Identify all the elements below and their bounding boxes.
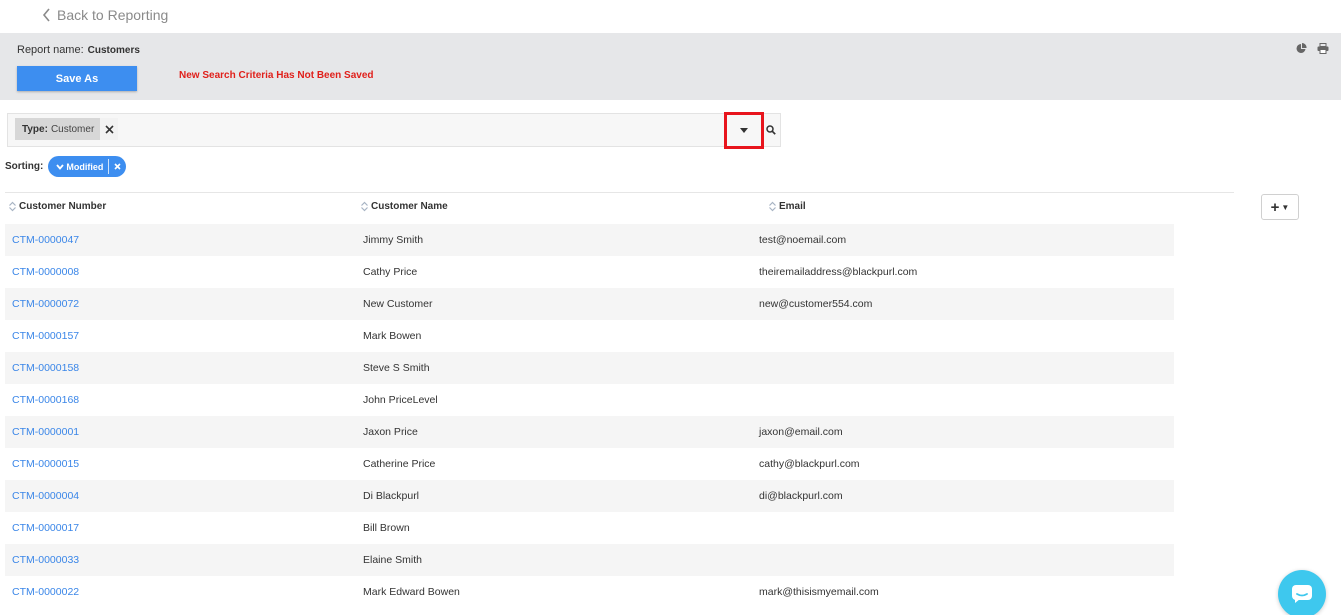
table-row: CTM-0000004 Di Blackpurl di@blackpurl.com bbox=[5, 480, 1174, 512]
customer-name-cell: Bill Brown bbox=[363, 522, 410, 534]
search-button[interactable] bbox=[760, 114, 782, 146]
table-row: CTM-0000072 New Customer new@customer554.c… bbox=[5, 288, 1174, 320]
column-header-label: Email bbox=[779, 201, 806, 212]
sort-field-label: Modified bbox=[66, 161, 104, 172]
table-row: CTM-0000047 Jimmy Smith test@noemail.com bbox=[5, 224, 1174, 256]
sort-pill-modified[interactable]: Modified bbox=[48, 156, 127, 177]
filter-chip-type: Type: Customer bbox=[15, 118, 119, 140]
print-icon[interactable] bbox=[1317, 43, 1329, 57]
customer-email-cell: di@blackpurl.com bbox=[759, 490, 843, 502]
customer-name-cell: Steve S Smith bbox=[363, 362, 430, 374]
report-name-label: Report name: bbox=[17, 44, 84, 56]
unsaved-warning: New Search Criteria Has Not Been Saved bbox=[179, 70, 374, 81]
column-header-email[interactable]: Email bbox=[769, 201, 806, 212]
customer-number-link[interactable]: CTM-0000017 bbox=[12, 522, 79, 534]
back-to-reporting-link[interactable]: Back to Reporting bbox=[42, 7, 168, 23]
customer-email-cell: test@noemail.com bbox=[759, 234, 847, 246]
chevron-left-icon bbox=[42, 8, 50, 22]
customer-name-cell: Mark Bowen bbox=[363, 330, 422, 342]
report-header-bar: Report name: Customers Save As New Search… bbox=[0, 33, 1341, 100]
table-row: CTM-0000017 Bill Brown bbox=[5, 512, 1174, 544]
caret-down-icon: ▼ bbox=[1281, 202, 1290, 212]
customer-email-cell: jaxon@email.com bbox=[759, 426, 843, 438]
customer-email-cell: mark@thisismyemail.com bbox=[759, 586, 879, 598]
sorting-label: Sorting: bbox=[5, 161, 44, 172]
remove-filter-button[interactable] bbox=[100, 118, 119, 140]
sort-icon bbox=[9, 201, 16, 212]
table-row: CTM-0000001 Jaxon Price jaxon@email.com bbox=[5, 416, 1174, 448]
customer-name-cell: Jaxon Price bbox=[363, 426, 418, 438]
sort-pill-name[interactable]: Modified bbox=[56, 159, 110, 174]
customer-name-cell: New Customer bbox=[363, 298, 433, 310]
report-name: Report name: Customers bbox=[17, 44, 140, 56]
customer-name-cell: Di Blackpurl bbox=[363, 490, 420, 502]
column-header-customer-name[interactable]: Customer Name bbox=[361, 201, 448, 212]
table-row: CTM-0000158 Steve S Smith bbox=[5, 352, 1174, 384]
report-actions bbox=[1296, 42, 1329, 57]
customer-name-cell: Cathy Price bbox=[363, 266, 418, 278]
customer-table-body: CTM-0000047 Jimmy Smith test@noemail.com C… bbox=[5, 224, 1174, 608]
back-link-label: Back to Reporting bbox=[57, 7, 169, 23]
customer-number-link[interactable]: CTM-0000072 bbox=[12, 298, 79, 310]
table-row: CTM-0000015 Catherine Price cathy@blackpur… bbox=[5, 448, 1174, 480]
close-icon bbox=[105, 124, 114, 134]
caret-down-icon bbox=[740, 128, 748, 133]
save-as-button[interactable]: Save As bbox=[17, 66, 137, 91]
pie-chart-icon[interactable] bbox=[1296, 42, 1307, 57]
customer-name-cell: Jimmy Smith bbox=[363, 234, 424, 246]
column-header-label: Customer Name bbox=[371, 201, 448, 212]
customer-number-link[interactable]: CTM-0000001 bbox=[12, 426, 79, 438]
filter-chip-key: Type: bbox=[22, 123, 48, 135]
sorting-bar: Sorting: Modified bbox=[5, 156, 127, 177]
customer-name-cell: Mark Edward Bowen bbox=[363, 586, 460, 598]
customer-number-link[interactable]: CTM-0000022 bbox=[12, 586, 79, 598]
chat-widget-button[interactable] bbox=[1278, 570, 1326, 615]
column-header-customer-number[interactable]: Customer Number bbox=[9, 201, 106, 212]
remove-sort-button[interactable] bbox=[109, 163, 126, 170]
sort-icon bbox=[361, 201, 368, 212]
report-name-value: Customers bbox=[87, 45, 140, 56]
customer-number-link[interactable]: CTM-0000158 bbox=[12, 362, 79, 374]
customer-number-link[interactable]: CTM-0000033 bbox=[12, 554, 79, 566]
customer-name-cell: Elaine Smith bbox=[363, 554, 422, 566]
customer-email-cell: new@customer554.com bbox=[759, 298, 873, 310]
chevron-down-icon bbox=[56, 163, 65, 170]
customer-number-link[interactable]: CTM-0000168 bbox=[12, 394, 79, 406]
table-row: CTM-0000008 Cathy Price theiremailaddress@… bbox=[5, 256, 1174, 288]
filter-dropdown-toggle[interactable] bbox=[724, 112, 764, 149]
customer-number-link[interactable]: CTM-0000047 bbox=[12, 234, 79, 246]
customer-number-link[interactable]: CTM-0000008 bbox=[12, 266, 79, 278]
plus-icon: + bbox=[1270, 198, 1280, 216]
table-row: CTM-0000168 John PriceLevel bbox=[5, 384, 1174, 416]
customer-number-link[interactable]: CTM-0000157 bbox=[12, 330, 79, 342]
customer-name-cell: John PriceLevel bbox=[363, 394, 438, 406]
customer-name-cell: Catherine Price bbox=[363, 458, 436, 470]
chat-icon bbox=[1292, 585, 1312, 603]
column-header-label: Customer Number bbox=[19, 201, 107, 212]
sort-icon bbox=[769, 201, 776, 212]
customer-email-cell: theiremailaddress@blackpurl.com bbox=[759, 266, 918, 278]
add-column-button[interactable]: + ▼ bbox=[1261, 194, 1299, 220]
table-row: CTM-0000157 Mark Bowen bbox=[5, 320, 1174, 352]
filter-chip-value: Customer bbox=[50, 123, 95, 135]
search-icon bbox=[766, 125, 776, 135]
close-icon bbox=[114, 163, 121, 170]
table-row: CTM-0000022 Mark Edward Bowen mark@thisism… bbox=[5, 576, 1174, 608]
table-top-divider bbox=[5, 192, 1234, 193]
customer-number-link[interactable]: CTM-0000015 bbox=[12, 458, 79, 470]
filter-search-box[interactable]: Type: Customer bbox=[7, 112, 782, 149]
customer-email-cell: cathy@blackpurl.com bbox=[759, 458, 860, 470]
customer-number-link[interactable]: CTM-0000004 bbox=[12, 490, 79, 502]
table-row: CTM-0000033 Elaine Smith bbox=[5, 544, 1174, 576]
